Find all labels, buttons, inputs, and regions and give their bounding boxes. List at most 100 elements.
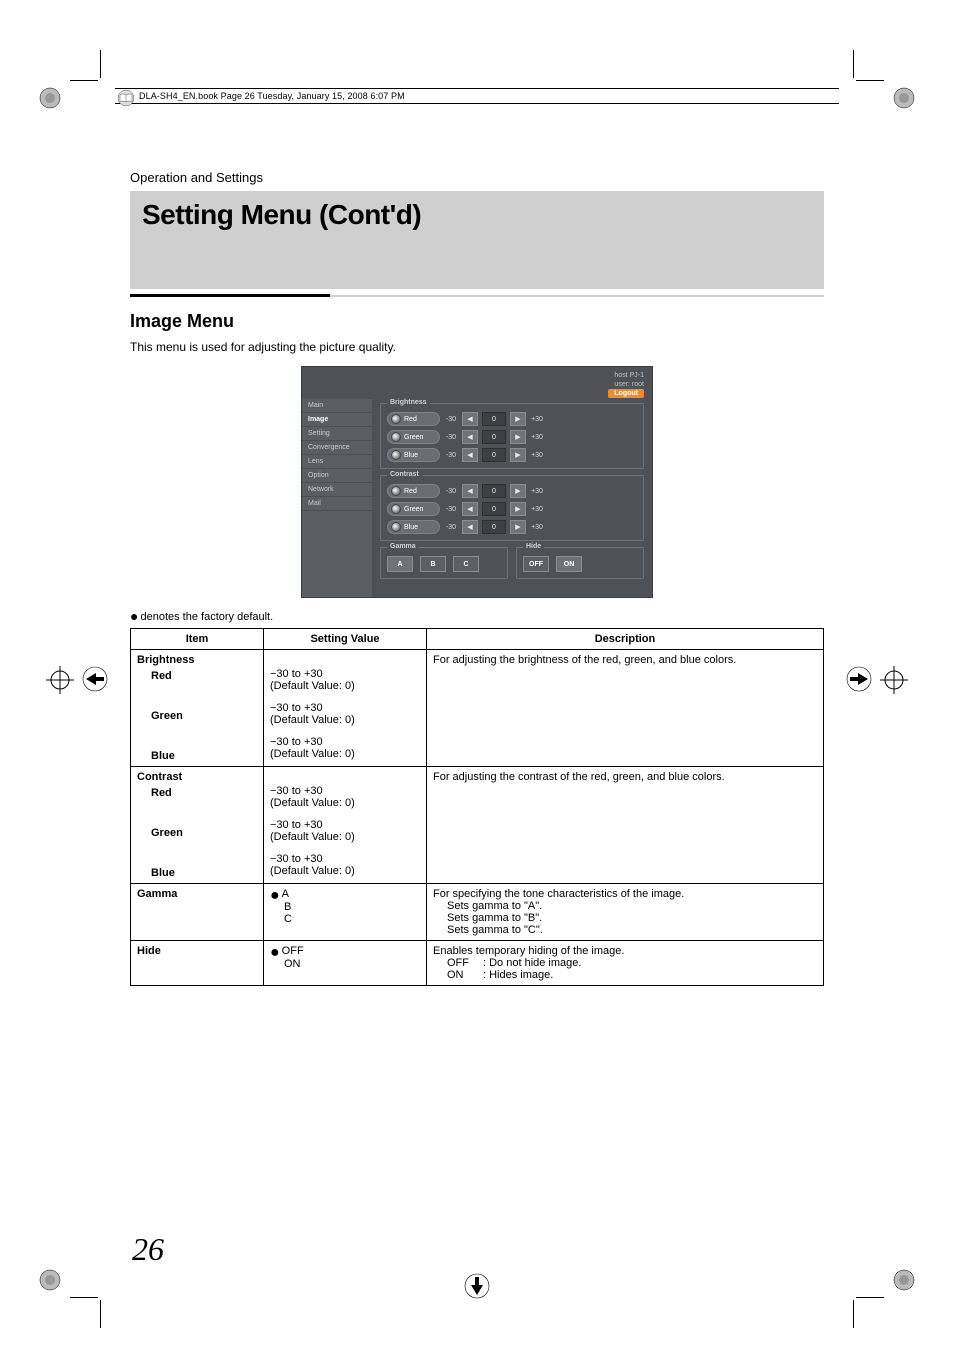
item-hide: Hide	[137, 945, 161, 957]
alignment-arrow-icon	[844, 664, 874, 697]
contrast-red-chip[interactable]: Red	[387, 484, 440, 498]
settings-table: Item Setting Value Description Brightnes…	[130, 628, 824, 986]
gamma-legend: Gamma	[387, 543, 419, 550]
sidebar-item-network[interactable]: Network	[302, 483, 372, 497]
desc-hide-main: Enables temporary hiding of the image.	[433, 945, 817, 957]
registration-mark-icon	[884, 1260, 924, 1300]
hide-group: Hide OFF ON	[516, 547, 644, 579]
range-min-label: -30	[444, 416, 458, 423]
crop-mark	[856, 1297, 884, 1298]
row-gamma: Gamma ●A B C For specifying the tone cha…	[131, 884, 824, 941]
contrast-blue-chip[interactable]: Blue	[387, 520, 440, 534]
sidebar-item-main[interactable]: Main	[302, 399, 372, 413]
crop-mark	[100, 50, 101, 78]
alignment-arrow-icon	[462, 1271, 492, 1304]
brightness-red-chip[interactable]: Red	[387, 412, 440, 426]
book-icon	[117, 89, 135, 107]
page-title: Setting Menu (Cont'd)	[142, 199, 812, 231]
crop-mark	[853, 1300, 854, 1328]
increment-button[interactable]: ▶	[510, 412, 526, 426]
sidebar: Main Image Setting Convergence Lens Opti…	[302, 399, 372, 597]
crop-mark	[70, 80, 98, 81]
framemaker-header: DLA-SH4_EN.book Page 26 Tuesday, January…	[115, 88, 839, 104]
contrast-red-value: 0	[482, 484, 506, 498]
contrast-green-chip[interactable]: Green	[387, 502, 440, 516]
increment-button[interactable]: ▶	[510, 520, 526, 534]
value-brightness-red-default: (Default Value: 0)	[270, 680, 355, 692]
desc-contrast: For adjusting the contrast of the red, g…	[433, 771, 817, 783]
value-hide-off: OFF	[282, 945, 304, 957]
sidebar-item-image[interactable]: Image	[302, 413, 372, 427]
item-brightness-green: Green	[137, 710, 257, 722]
increment-button[interactable]: ▶	[510, 484, 526, 498]
desc-hide-on: ON: Hides image.	[433, 969, 817, 981]
increment-button[interactable]: ▶	[510, 448, 526, 462]
item-brightness: Brightness	[137, 654, 194, 666]
gamma-group: Gamma A B C	[380, 547, 508, 579]
sidebar-item-convergence[interactable]: Convergence	[302, 441, 372, 455]
accent-rule	[130, 289, 824, 303]
value-brightness-blue-default: (Default Value: 0)	[270, 748, 355, 760]
desc-hide-off: OFF: Do not hide image.	[433, 957, 817, 969]
contrast-blue-row: Blue -30 ◀ 0 ▶ +30	[387, 520, 637, 534]
desc-gamma-b: Sets gamma to "B".	[433, 912, 817, 924]
contrast-green-row: Green -30 ◀ 0 ▶ +30	[387, 502, 637, 516]
sidebar-item-lens[interactable]: Lens	[302, 455, 372, 469]
registration-mark-icon	[884, 78, 924, 118]
brightness-blue-chip[interactable]: Blue	[387, 448, 440, 462]
sidebar-item-option[interactable]: Option	[302, 469, 372, 483]
decrement-button[interactable]: ◀	[462, 520, 478, 534]
contrast-group: Contrast Red -30 ◀ 0 ▶ +30 Green -30	[380, 475, 644, 541]
registration-mark-icon	[40, 660, 80, 700]
decrement-button[interactable]: ◀	[462, 502, 478, 516]
brightness-green-value: 0	[482, 430, 506, 444]
crop-mark	[853, 50, 854, 78]
default-dot-icon: ●	[270, 891, 280, 901]
value-brightness-green-range: −30 to +30	[270, 702, 323, 714]
item-contrast-green: Green	[137, 827, 257, 839]
hide-option-on[interactable]: ON	[556, 556, 582, 572]
logout-button[interactable]: Logout	[608, 389, 644, 398]
registration-mark-icon	[30, 1260, 70, 1300]
desc-gamma-c: Sets gamma to "C".	[433, 924, 817, 936]
value-brightness-blue-range: −30 to +30	[270, 736, 323, 748]
decrement-button[interactable]: ◀	[462, 484, 478, 498]
hide-option-off[interactable]: OFF	[523, 556, 549, 572]
intro-text: This menu is used for adjusting the pict…	[130, 340, 824, 354]
decrement-button[interactable]: ◀	[462, 448, 478, 462]
registration-mark-icon	[30, 78, 70, 118]
value-contrast-red-range: −30 to +30	[270, 785, 323, 797]
decrement-button[interactable]: ◀	[462, 412, 478, 426]
section-path: Operation and Settings	[130, 170, 824, 185]
gamma-option-a[interactable]: A	[387, 556, 413, 572]
increment-button[interactable]: ▶	[510, 502, 526, 516]
range-max-label: +30	[530, 416, 544, 423]
desc-brightness: For adjusting the brightness of the red,…	[433, 654, 817, 666]
radio-dot-icon	[391, 486, 401, 496]
decrement-button[interactable]: ◀	[462, 430, 478, 444]
title-bar: Setting Menu (Cont'd)	[130, 191, 824, 289]
desc-gamma-main: For specifying the tone characteristics …	[433, 888, 817, 900]
sidebar-item-mail[interactable]: Mail	[302, 497, 372, 511]
settings-ui-screenshot: host PJ-1 user: root Logout Main Image S…	[301, 366, 653, 598]
crop-mark	[70, 1297, 98, 1298]
contrast-red-row: Red -30 ◀ 0 ▶ +30	[387, 484, 637, 498]
gamma-option-c[interactable]: C	[453, 556, 479, 572]
brightness-group: Brightness Red -30 ◀ 0 ▶ +30 Green	[380, 403, 644, 469]
factory-default-legend: ●denotes the factory default.	[130, 608, 824, 624]
radio-dot-icon	[391, 432, 401, 442]
hide-legend: Hide	[523, 543, 544, 550]
item-brightness-blue: Blue	[137, 750, 257, 762]
increment-button[interactable]: ▶	[510, 430, 526, 444]
th-value: Setting Value	[264, 629, 427, 650]
framemaker-header-text: DLA-SH4_EN.book Page 26 Tuesday, January…	[139, 91, 405, 101]
value-gamma-a: A	[282, 888, 289, 900]
brightness-green-chip[interactable]: Green	[387, 430, 440, 444]
item-contrast: Contrast	[137, 771, 182, 783]
brightness-legend: Brightness	[387, 399, 430, 406]
sidebar-item-setting[interactable]: Setting	[302, 427, 372, 441]
gamma-option-b[interactable]: B	[420, 556, 446, 572]
radio-dot-icon	[391, 522, 401, 532]
value-gamma-b: B	[284, 901, 291, 913]
default-dot-icon: ●	[270, 948, 280, 958]
